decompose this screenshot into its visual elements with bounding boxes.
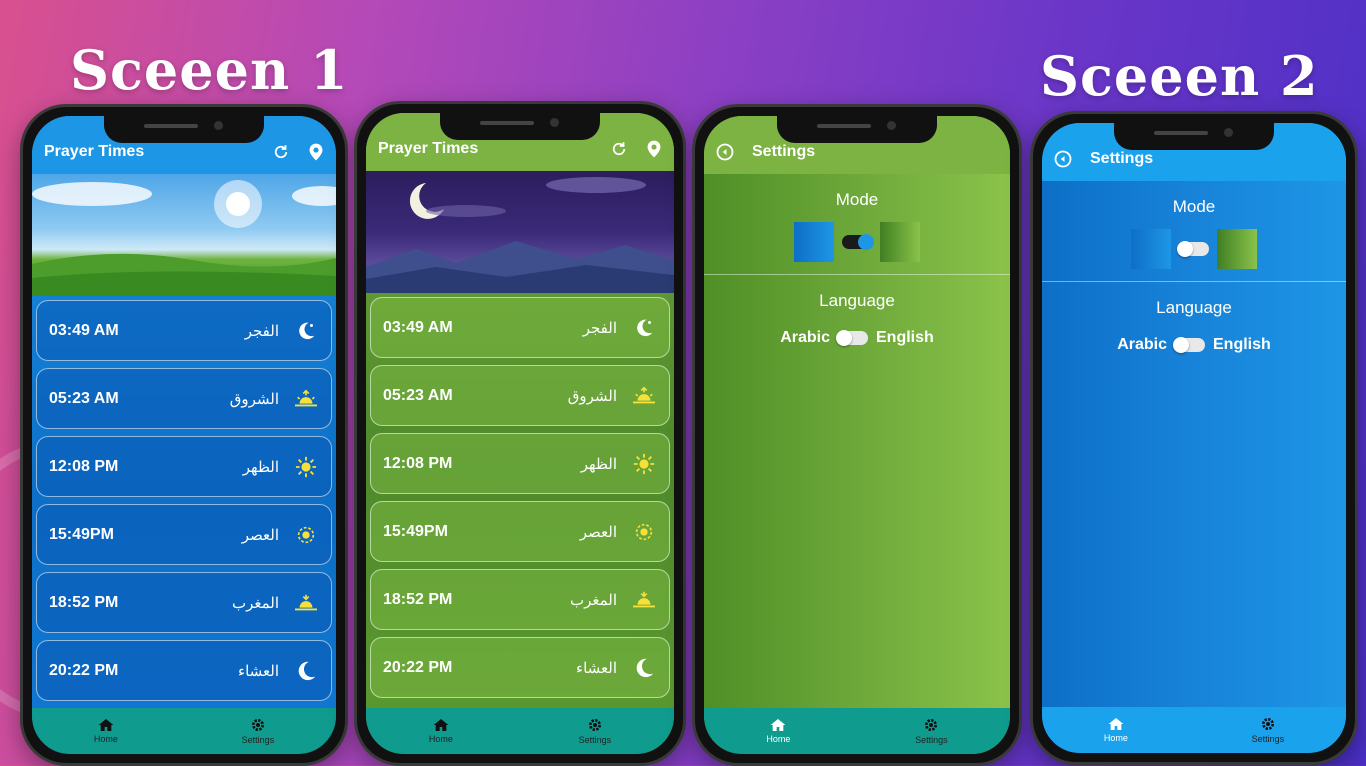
green-mode-swatch[interactable] [1217,229,1257,269]
language-label: Language [819,291,895,310]
bottom-nav: Home Settings [1042,707,1346,753]
green-mode-swatch[interactable] [880,222,920,262]
location-pin-icon[interactable] [308,143,324,161]
nav-settings[interactable]: Settings [242,717,274,745]
nav-settings[interactable]: Settings [579,717,611,745]
bottom-nav: Home Settings [366,708,674,754]
back-icon[interactable] [716,129,734,161]
blue-mode-swatch[interactable] [794,222,834,262]
lang-arabic: Arabic [780,329,830,346]
mode-label: Mode [1172,197,1216,216]
sunset-icon [631,589,657,611]
screen-1-headline: Sceeen 1 [70,38,349,102]
prayer-row[interactable]: 05:23 AM الشروق [370,365,670,426]
bottom-nav: Home Settings [32,708,336,754]
nav-settings[interactable]: Settings [1252,716,1284,744]
language-selector: Arabic English [704,329,1010,347]
crescent-moon-icon [631,657,657,679]
mode-selector [1042,227,1346,271]
day-sky-banner [32,174,336,296]
lang-english: English [1213,336,1271,353]
prayer-row[interactable]: 12:08 PM الظهر [36,436,332,497]
sun-icon [293,456,319,478]
nav-home[interactable]: Home [429,718,453,744]
prayer-row[interactable]: 20:22 PM العشاء [36,640,332,701]
nav-settings[interactable]: Settings [915,717,948,745]
moon-star-icon [293,320,319,342]
language-toggle[interactable] [836,330,868,346]
phone-settings-green: Settings Mode Language Arabic English Ho… [692,104,1022,766]
prayer-list: 03:49 AM الفجر 05:23 AM الشروق 12:08 PM … [32,296,336,701]
prayer-row[interactable]: 15:49PM العصر [370,501,670,562]
refresh-icon[interactable] [272,143,290,161]
bottom-nav: Home Settings [704,708,1010,754]
prayer-row[interactable]: 15:49PM العصر [36,504,332,565]
mode-toggle[interactable] [842,234,874,250]
prayer-row[interactable]: 20:22 PM العشاء [370,637,670,698]
screen-2-headline: Sceeen 2 [1040,44,1319,108]
sun-ring-icon [631,521,657,543]
sun-icon [631,453,657,475]
phone-home-green: Prayer Times 03:49 AM الفجر 05:23 AM الش… [354,101,686,766]
phone-home-blue: Prayer Times 03:49 AM الفجر 05:23 AM الش… [20,104,348,766]
sun-ring-icon [293,524,319,546]
mode-selector [704,220,1010,264]
nav-home[interactable]: Home [766,718,790,744]
lang-english: English [876,329,934,346]
language-selector: Arabic English [1042,336,1346,354]
nav-home[interactable]: Home [1104,717,1128,743]
location-pin-icon[interactable] [646,140,662,158]
prayer-row[interactable]: 03:49 AM الفجر [370,297,670,358]
sunset-icon [293,592,319,614]
language-toggle[interactable] [1173,337,1205,353]
language-label: Language [1156,298,1232,317]
blue-mode-swatch[interactable] [1131,229,1171,269]
prayer-row[interactable]: 18:52 PM المغرب [36,572,332,633]
crescent-moon-icon [293,660,319,682]
night-sky-banner [366,171,674,293]
moon-star-icon [631,317,657,339]
nav-home[interactable]: Home [94,718,118,744]
prayer-row[interactable]: 03:49 AM الفجر [36,300,332,361]
prayer-row[interactable]: 12:08 PM الظهر [370,433,670,494]
back-icon[interactable] [1054,136,1072,168]
refresh-icon[interactable] [610,140,628,158]
prayer-row[interactable]: 05:23 AM الشروق [36,368,332,429]
prayer-row[interactable]: 18:52 PM المغرب [370,569,670,630]
mode-label: Mode [835,190,879,209]
prayer-list: 03:49 AM الفجر 05:23 AM الشروق 12:08 PM … [366,293,674,698]
lang-arabic: Arabic [1117,336,1167,353]
phone-settings-blue: Settings Mode Language Arabic English Ho… [1030,111,1358,765]
sunrise-icon [631,385,657,407]
mode-toggle[interactable] [1177,241,1209,257]
sunrise-icon [293,388,319,410]
